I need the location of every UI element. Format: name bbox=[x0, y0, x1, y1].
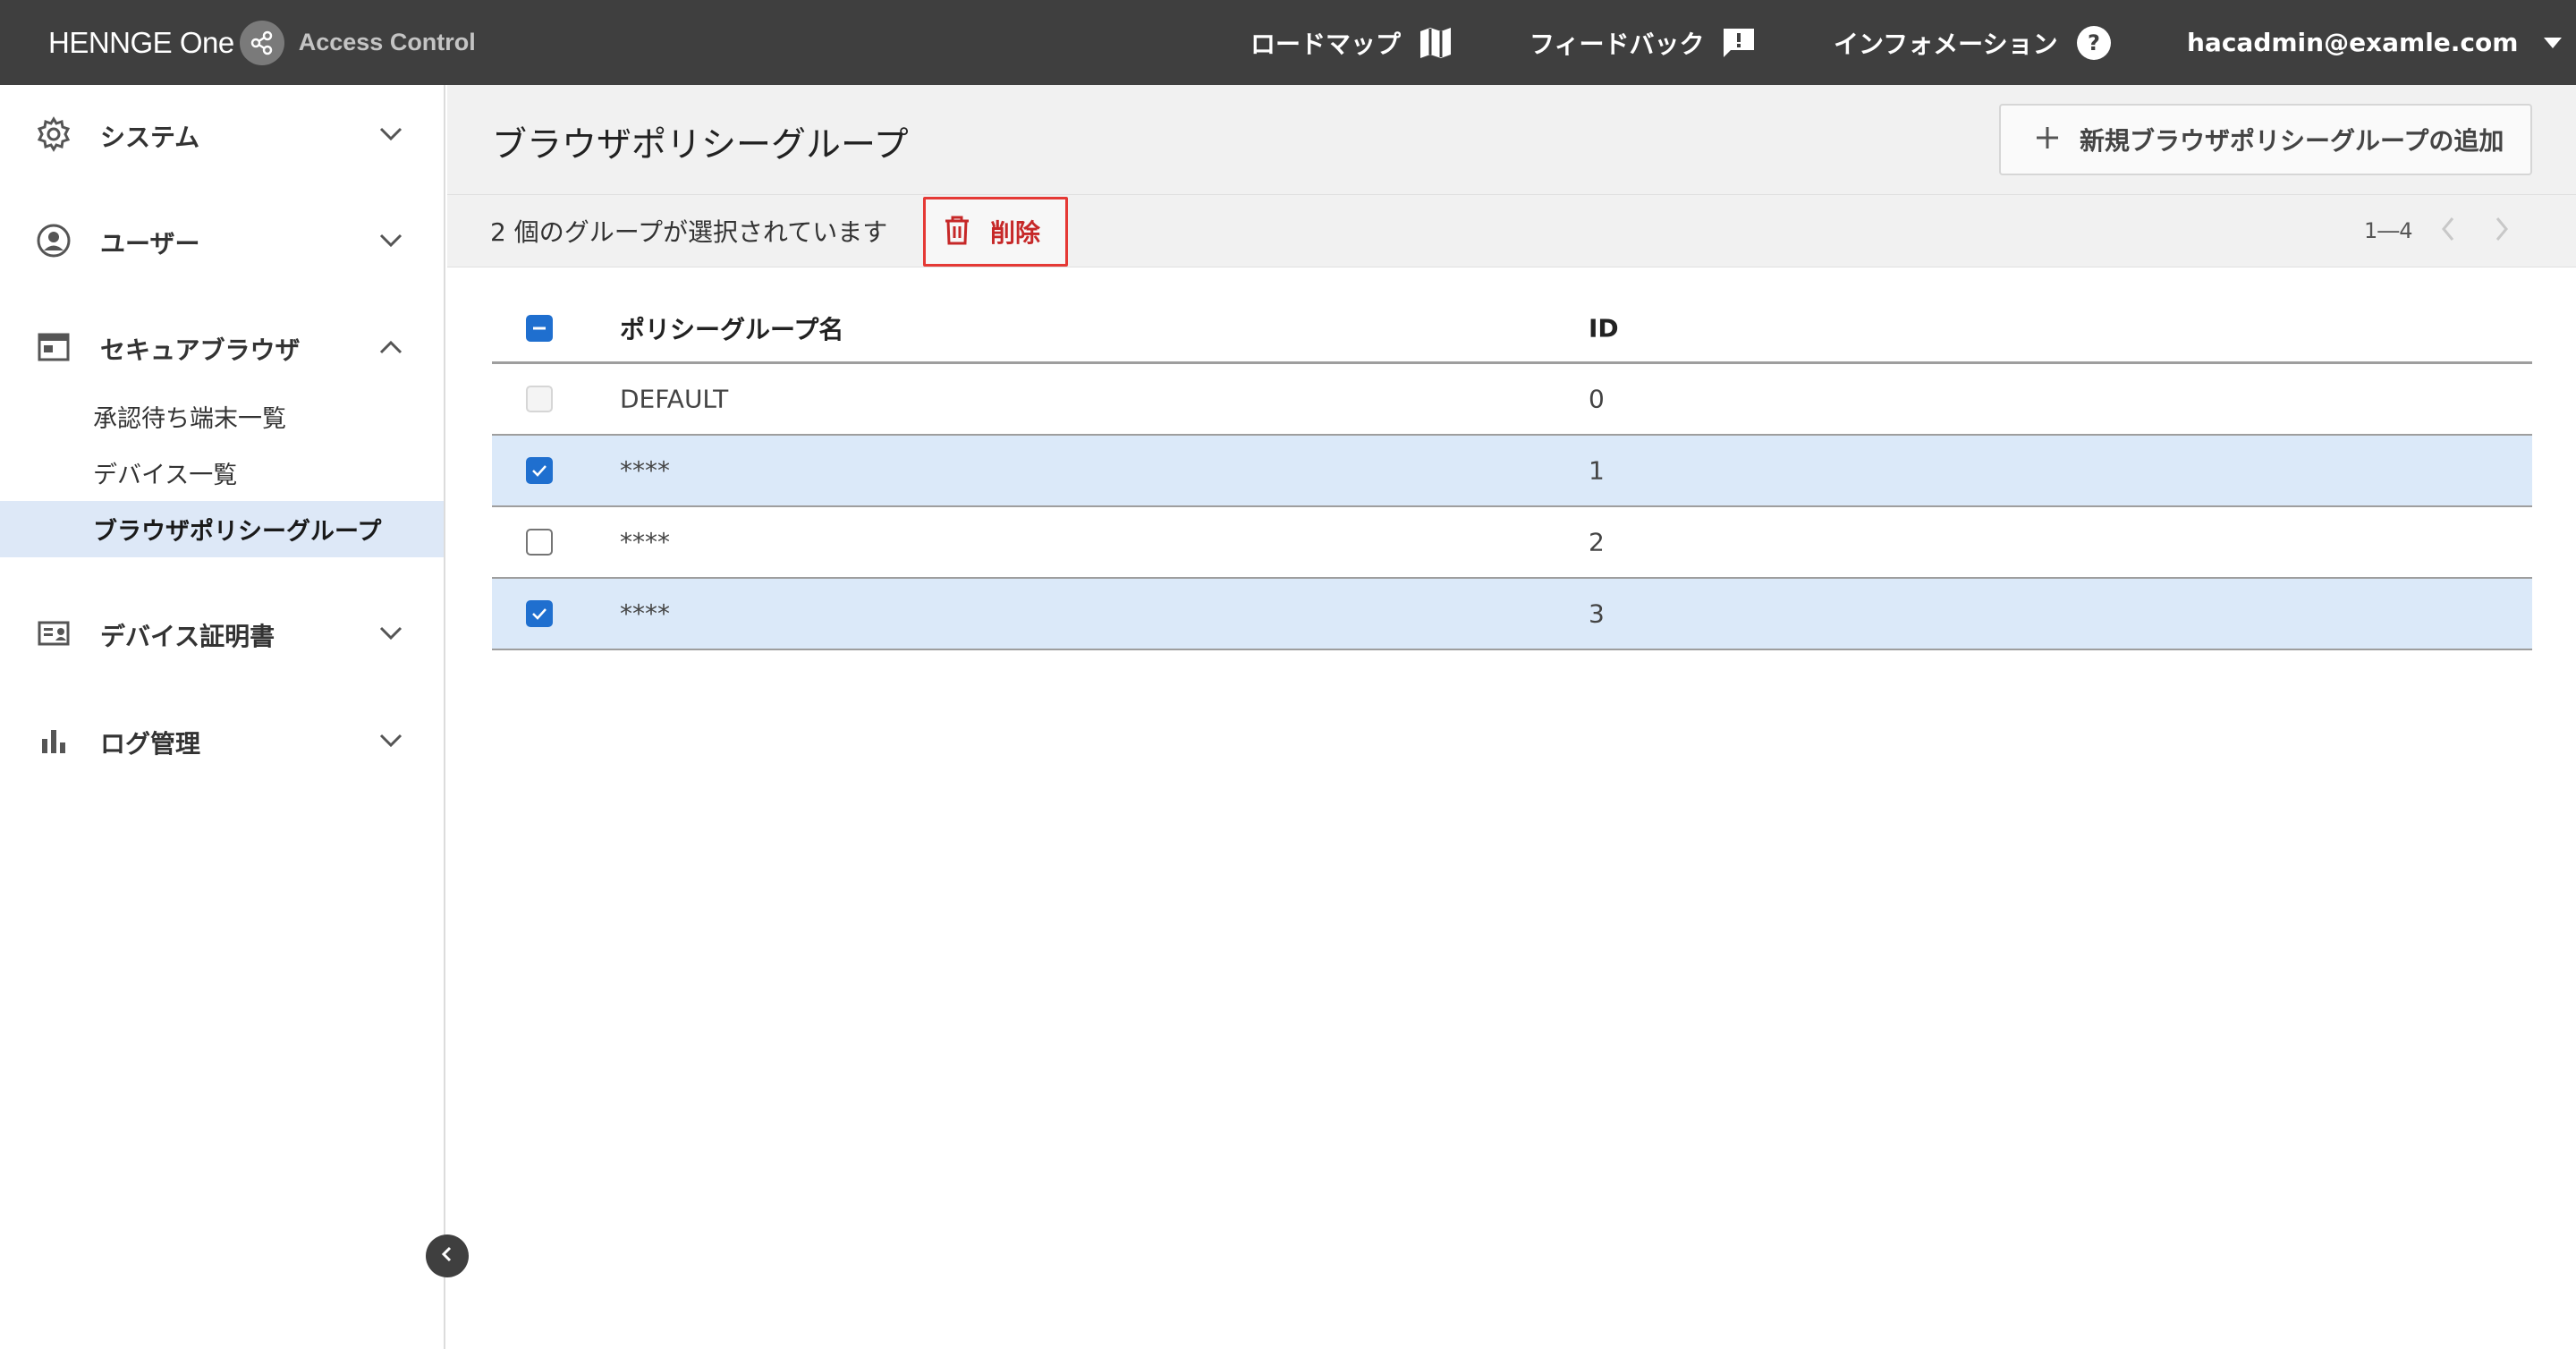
roadmap-link[interactable]: ロードマップ bbox=[1250, 0, 1453, 85]
browser-window-icon bbox=[36, 329, 72, 369]
table-header: ポリシーグループ名 ID bbox=[492, 294, 2532, 364]
policy-group-name[interactable]: **** bbox=[620, 528, 670, 557]
chevron-down-icon bbox=[379, 127, 402, 145]
column-header-id[interactable]: ID bbox=[1589, 313, 1619, 343]
page-title: ブラウザポリシーグループ bbox=[492, 125, 909, 165]
policy-group-id: 1 bbox=[1589, 455, 1605, 486]
sidebar-subitem-browser-policy-group[interactable]: ブラウザポリシーグループ bbox=[0, 501, 444, 557]
policy-group-name[interactable]: DEFAULT bbox=[620, 385, 728, 414]
add-button-label: 新規ブラウザポリシーグループの追加 bbox=[2080, 126, 2504, 156]
plus-icon bbox=[2035, 125, 2060, 154]
sidebar-item-system[interactable]: システム bbox=[0, 96, 444, 176]
sidebar-item-device-certificate[interactable]: デバイス証明書 bbox=[0, 595, 444, 675]
chevron-right-icon[interactable] bbox=[2494, 216, 2510, 246]
sidebar-item-label: デバイス証明書 bbox=[100, 622, 275, 651]
main-content: ブラウザポリシーグループ 新規ブラウザポリシーグループの追加 2 個のグループが… bbox=[447, 85, 2576, 1349]
row-checkbox[interactable] bbox=[526, 529, 553, 556]
chevron-down-icon bbox=[379, 233, 402, 251]
top-bar: HENNGE One Access Control ロードマップ フィードバック bbox=[0, 0, 2576, 85]
column-header-name[interactable]: ポリシーグループ名 bbox=[620, 310, 843, 346]
user-email: hacadmin@examle.com bbox=[2187, 28, 2519, 57]
table-row[interactable]: DEFAULT 0 bbox=[492, 364, 2532, 436]
chevron-down-icon bbox=[379, 734, 402, 751]
policy-group-name[interactable]: **** bbox=[620, 456, 670, 486]
sidebar-subitem-device-list[interactable]: デバイス一覧 bbox=[0, 445, 444, 501]
select-all-checkbox[interactable] bbox=[526, 314, 553, 342]
sidebar-item-secure-browser[interactable]: セキュアブラウザ bbox=[0, 309, 444, 389]
sidebar-item-log-management[interactable]: ログ管理 bbox=[0, 702, 444, 783]
feedback-icon bbox=[1722, 27, 1756, 59]
pagination-range: 1―4 bbox=[2364, 218, 2413, 243]
sidebar: システム ユーザー セキュアブラウザ 承認待ち端末一覧 デバイス一覧 ブラウザポ… bbox=[0, 85, 445, 1349]
chevron-down-icon bbox=[379, 626, 402, 644]
row-checkbox[interactable] bbox=[526, 600, 553, 627]
roadmap-label: ロードマップ bbox=[1250, 29, 1402, 59]
policy-group-table: ポリシーグループ名 ID DEFAULT 0 **** 1 **** 2 ***… bbox=[492, 294, 2532, 650]
user-menu[interactable]: hacadmin@examle.com bbox=[2187, 0, 2563, 85]
chevron-left-icon[interactable] bbox=[2440, 216, 2456, 246]
policy-group-id: 0 bbox=[1589, 384, 1605, 414]
selection-count-text: 2 個のグループが選択されています bbox=[490, 217, 888, 247]
page-header: ブラウザポリシーグループ 新規ブラウザポリシーグループの追加 bbox=[447, 85, 2576, 194]
user-circle-icon bbox=[36, 223, 72, 262]
table-row[interactable]: **** 2 bbox=[492, 507, 2532, 579]
information-link[interactable]: インフォメーション ? bbox=[1834, 0, 2112, 85]
map-icon bbox=[1419, 27, 1453, 59]
feedback-label: フィードバック bbox=[1530, 29, 1705, 59]
sidebar-subitem-label: 承認待ち端末一覧 bbox=[93, 405, 286, 433]
help-icon: ? bbox=[2076, 25, 2112, 61]
chevron-left-icon bbox=[440, 1245, 454, 1267]
table-row[interactable]: **** 3 bbox=[492, 579, 2532, 650]
feedback-link[interactable]: フィードバック bbox=[1530, 0, 1756, 85]
table-row[interactable]: **** 1 bbox=[492, 436, 2532, 507]
sidebar-item-label: ユーザー bbox=[100, 229, 200, 259]
row-checkbox[interactable] bbox=[526, 457, 553, 484]
sidebar-item-label: システム bbox=[100, 123, 200, 152]
sidebar-item-label: ログ管理 bbox=[100, 729, 201, 759]
caret-down-icon bbox=[2543, 37, 2563, 49]
svg-text:?: ? bbox=[2088, 30, 2100, 55]
share-logo-icon bbox=[239, 20, 284, 65]
selection-bar: 2 個のグループが選択されています 削除 1―4 bbox=[447, 194, 2576, 267]
brand-name: HENNGE One bbox=[48, 25, 234, 59]
add-browser-policy-group-button[interactable]: 新規ブラウザポリシーグループの追加 bbox=[1999, 104, 2532, 175]
sidebar-subitem-pending-devices[interactable]: 承認待ち端末一覧 bbox=[0, 388, 444, 445]
trash-icon bbox=[942, 214, 972, 250]
sidebar-subitem-label: ブラウザポリシーグループ bbox=[93, 518, 382, 546]
delete-button[interactable]: 削除 bbox=[923, 197, 1068, 267]
collapse-sidebar-button[interactable] bbox=[426, 1234, 469, 1277]
policy-group-id: 3 bbox=[1589, 598, 1605, 629]
chevron-up-icon bbox=[379, 340, 402, 358]
sidebar-item-users[interactable]: ユーザー bbox=[0, 202, 444, 283]
brand[interactable]: HENNGE One Access Control bbox=[48, 0, 476, 85]
delete-label: 削除 bbox=[990, 218, 1041, 248]
information-label: インフォメーション bbox=[1834, 29, 2058, 59]
bar-chart-icon bbox=[36, 723, 72, 762]
sidebar-subitem-label: デバイス一覧 bbox=[93, 462, 238, 489]
policy-group-id: 2 bbox=[1589, 527, 1605, 557]
id-card-icon bbox=[36, 615, 72, 655]
gear-icon bbox=[36, 116, 72, 156]
policy-group-name[interactable]: **** bbox=[620, 599, 670, 629]
sidebar-item-label: セキュアブラウザ bbox=[100, 335, 301, 365]
row-checkbox bbox=[526, 386, 553, 412]
product-name: Access Control bbox=[298, 29, 476, 55]
